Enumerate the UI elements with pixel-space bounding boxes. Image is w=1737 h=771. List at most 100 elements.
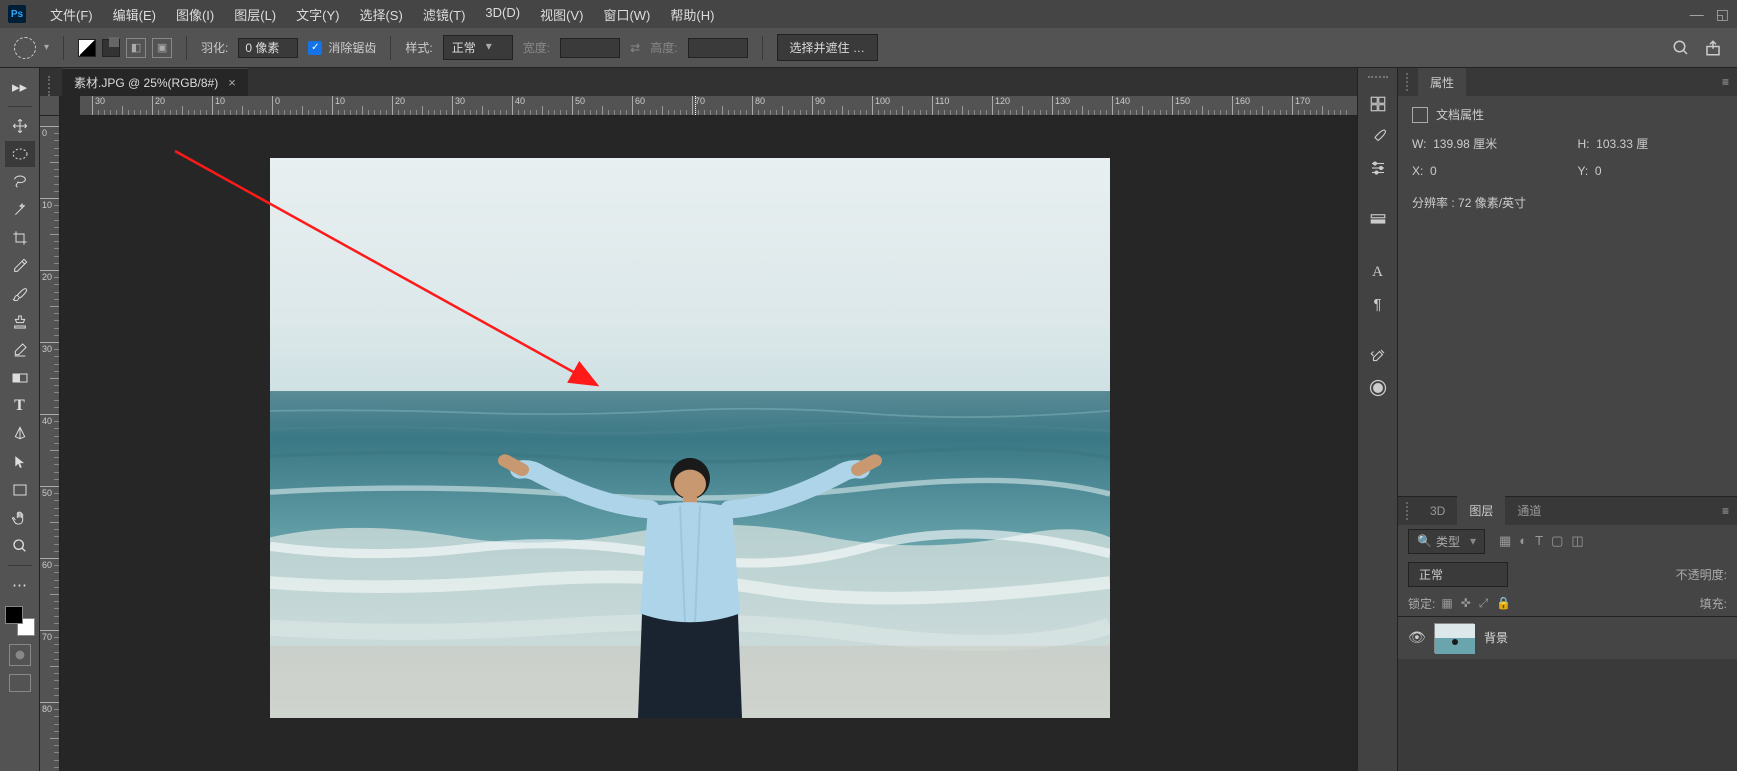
eyedropper-tool[interactable] bbox=[5, 253, 35, 279]
panel-grip[interactable] bbox=[1406, 502, 1414, 520]
swap-wh-icon: ⇄ bbox=[630, 41, 640, 55]
tab-properties[interactable]: 属性 bbox=[1418, 68, 1466, 97]
brush-tool[interactable] bbox=[5, 281, 35, 307]
selection-new-icon[interactable] bbox=[78, 39, 96, 57]
path-select-tool[interactable] bbox=[5, 449, 35, 475]
ps-logo: Ps bbox=[8, 5, 26, 23]
ruler-vertical[interactable]: 01020304050607080 bbox=[40, 116, 60, 771]
menu-item[interactable]: 编辑(E) bbox=[103, 5, 166, 24]
adjustments-panel-icon[interactable] bbox=[1364, 154, 1392, 182]
layer-item[interactable]: 👁 背景 bbox=[1398, 617, 1737, 659]
shape-tool[interactable] bbox=[5, 477, 35, 503]
pen-tool[interactable] bbox=[5, 421, 35, 447]
selection-add-icon[interactable] bbox=[102, 39, 120, 57]
select-and-mask-button[interactable]: 选择并遮住 … bbox=[777, 34, 878, 61]
document-tab[interactable]: 素材.JPG @ 25%(RGB/8#) × bbox=[62, 68, 248, 96]
paragraph-panel-icon[interactable]: ¶ bbox=[1364, 290, 1392, 318]
tab-3d[interactable]: 3D bbox=[1418, 498, 1457, 524]
quickmask-icon[interactable] bbox=[9, 644, 31, 666]
prop-height: H: 103.33 厘 bbox=[1578, 135, 1724, 152]
document-image bbox=[270, 158, 1110, 718]
style-label: 样式: bbox=[405, 39, 432, 56]
menu-item[interactable]: 帮助(H) bbox=[660, 5, 724, 24]
menu-item[interactable]: 3D(D) bbox=[475, 5, 530, 24]
tab-layers[interactable]: 图层 bbox=[1457, 496, 1505, 525]
menu-item[interactable]: 窗口(W) bbox=[593, 5, 660, 24]
expand-tools-icon[interactable]: ▸▸ bbox=[5, 74, 35, 100]
libraries-panel-icon[interactable] bbox=[1364, 374, 1392, 402]
share-icon[interactable] bbox=[1703, 38, 1723, 58]
document-tab-title: 素材.JPG @ 25%(RGB/8#) bbox=[74, 74, 218, 91]
prop-resolution: 分辨率 : 72 像素/英寸 bbox=[1412, 194, 1723, 211]
styles-panel-icon[interactable] bbox=[1364, 206, 1392, 234]
lock-position-icon[interactable]: ✜ bbox=[1461, 596, 1471, 611]
feather-input[interactable] bbox=[238, 38, 298, 58]
filter-type-icon[interactable]: T bbox=[1535, 533, 1543, 549]
current-tool-icon[interactable] bbox=[14, 37, 36, 59]
menu-item[interactable]: 视图(V) bbox=[530, 5, 593, 24]
antialias-checkbox[interactable]: ✓ bbox=[308, 41, 322, 55]
filter-smart-icon[interactable]: ◫ bbox=[1571, 533, 1583, 549]
menu-item[interactable]: 图像(I) bbox=[166, 5, 224, 24]
restore-icon[interactable]: ◱ bbox=[1716, 6, 1729, 23]
height-input bbox=[688, 38, 748, 58]
type-tool[interactable]: T bbox=[5, 393, 35, 419]
opacity-label: 不透明度: bbox=[1676, 566, 1727, 583]
fill-label: 填充: bbox=[1700, 595, 1727, 612]
lock-artboard-icon[interactable]: ⤢ bbox=[1479, 596, 1489, 611]
style-select[interactable]: 正常 ▾ bbox=[443, 35, 513, 60]
canvas-area: 素材.JPG @ 25%(RGB/8#) × 30201001020304050… bbox=[40, 68, 1357, 771]
lasso-tool[interactable] bbox=[5, 169, 35, 195]
brushes-panel-icon[interactable] bbox=[1364, 122, 1392, 150]
toolbox: ▸▸ T ⋯ bbox=[0, 68, 40, 771]
eraser-tool[interactable] bbox=[5, 337, 35, 363]
screenmode-icon[interactable] bbox=[9, 674, 31, 692]
blend-mode-select[interactable]: 正常 bbox=[1408, 562, 1508, 587]
panel-menu-icon[interactable]: ≡ bbox=[1714, 75, 1737, 89]
ruler-horizontal[interactable]: 3020100102030405060708090100110120130140… bbox=[80, 96, 1357, 116]
search-icon[interactable] bbox=[1671, 38, 1691, 58]
edit-toolbar-icon[interactable]: ⋯ bbox=[5, 572, 35, 598]
canvas[interactable] bbox=[60, 116, 1357, 771]
history-panel-icon[interactable] bbox=[1364, 90, 1392, 118]
marquee-tool[interactable] bbox=[5, 141, 35, 167]
menu-item[interactable]: 文件(F) bbox=[40, 5, 103, 24]
right-panels: 属性 ≡ 文档属性 W: 139.98 厘米 H: 103.33 厘 X: 0 … bbox=[1397, 68, 1737, 771]
properties-panel: 文档属性 W: 139.98 厘米 H: 103.33 厘 X: 0 Y: 0 … bbox=[1398, 96, 1737, 221]
foreground-color[interactable] bbox=[5, 606, 23, 624]
selection-subtract-icon[interactable]: ◧ bbox=[126, 38, 146, 58]
magic-wand-tool[interactable] bbox=[5, 197, 35, 223]
menu-item[interactable]: 文字(Y) bbox=[286, 5, 349, 24]
minimize-icon[interactable]: — bbox=[1690, 6, 1704, 23]
panel-grip[interactable] bbox=[1406, 73, 1414, 91]
character-panel-icon[interactable]: A bbox=[1364, 258, 1392, 286]
ruler-origin[interactable] bbox=[40, 96, 60, 116]
tool-preset-dropdown[interactable]: ▾ bbox=[44, 42, 49, 53]
menu-item[interactable]: 滤镜(T) bbox=[413, 5, 476, 24]
layer-filter-select[interactable]: 🔍类型▾ bbox=[1408, 529, 1485, 554]
color-swatches[interactable] bbox=[5, 606, 35, 636]
tools-panel-icon[interactable] bbox=[1364, 342, 1392, 370]
crop-tool[interactable] bbox=[5, 225, 35, 251]
gradient-tool[interactable] bbox=[5, 365, 35, 391]
clone-stamp-tool[interactable] bbox=[5, 309, 35, 335]
selection-intersect-icon[interactable]: ▣ bbox=[152, 38, 172, 58]
dock-grip[interactable] bbox=[1368, 76, 1388, 82]
options-bar: ▾ ◧ ▣ 羽化: ✓ 消除锯齿 样式: 正常 ▾ 宽度: ⇄ 高度: 选择并遮… bbox=[0, 28, 1737, 68]
panel-menu-icon[interactable]: ≡ bbox=[1714, 504, 1737, 518]
close-tab-icon[interactable]: × bbox=[228, 75, 236, 90]
filter-adjust-icon[interactable]: ◐ bbox=[1519, 533, 1527, 549]
visibility-icon[interactable]: 👁 bbox=[1408, 629, 1424, 646]
menu-item[interactable]: 图层(L) bbox=[224, 5, 286, 24]
lock-all-icon[interactable]: 🔒 bbox=[1496, 596, 1511, 611]
filter-pixel-icon[interactable]: ▦ bbox=[1499, 533, 1511, 549]
filter-shape-icon[interactable]: ▢ bbox=[1551, 533, 1563, 549]
menu-item[interactable]: 选择(S) bbox=[349, 5, 412, 24]
lock-pixels-icon[interactable]: ▦ bbox=[1441, 596, 1452, 611]
move-tool[interactable] bbox=[5, 113, 35, 139]
tab-channels[interactable]: 通道 bbox=[1505, 496, 1553, 525]
tabbar-grip[interactable] bbox=[48, 76, 56, 96]
zoom-tool[interactable] bbox=[5, 533, 35, 559]
hand-tool[interactable] bbox=[5, 505, 35, 531]
layer-thumbnail[interactable] bbox=[1434, 623, 1474, 653]
